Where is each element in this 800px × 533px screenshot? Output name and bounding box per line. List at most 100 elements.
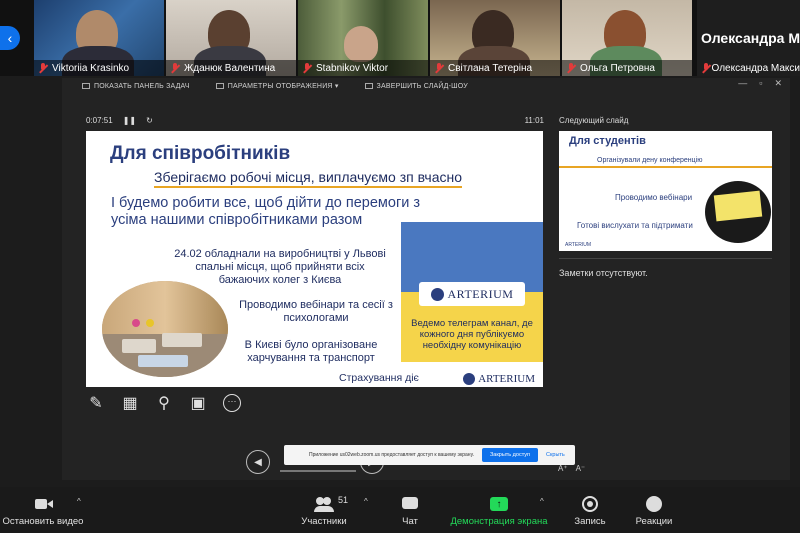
chat-label: Чат — [402, 516, 418, 527]
participants-options-caret-icon[interactable]: ^ — [364, 497, 368, 506]
window-controls: — ▫ ✕ — [738, 78, 782, 89]
camera-icon — [33, 496, 53, 512]
next-slide-divider — [559, 166, 772, 168]
ukraine-flag-block: ARTERIUM Ведемо телеграм канал, де кожно… — [401, 222, 543, 362]
photo-mattress — [138, 355, 188, 367]
share-options-caret-icon[interactable]: ^ — [540, 497, 544, 506]
chat-button[interactable]: Чат — [390, 487, 430, 533]
previous-slide-button[interactable]: ◀ — [246, 450, 270, 474]
video-options-caret-icon[interactable]: ^ — [77, 497, 81, 506]
arterium-logo-icon — [463, 373, 476, 385]
next-slide-preview[interactable]: Для студентів Організували дену конферен… — [559, 131, 772, 251]
participant-tile[interactable]: Світлана Тетеріна — [430, 0, 560, 76]
camera-lens — [47, 500, 53, 508]
participant-tile[interactable]: Ольга Петровна — [562, 0, 692, 76]
font-grow-button[interactable]: A⁺ — [558, 464, 568, 473]
notes-text: Заметки отсутствуют. — [559, 268, 648, 278]
display-icon — [215, 83, 224, 89]
participant-tile[interactable]: Олександра М Олександра Макси — [697, 0, 800, 76]
more-options-icon[interactable]: ··· — [222, 393, 242, 413]
next-slide-text: Організували дену конференцію — [597, 157, 703, 164]
zoom-window: ‹ Viktoriia Krasinko Жданюк Валентина St… — [0, 0, 800, 533]
restart-icon[interactable]: ↻ — [146, 116, 153, 125]
participant-name-bar: Ольга Петровна — [562, 60, 692, 76]
more-dots: ··· — [223, 394, 241, 412]
zoom-icon[interactable]: ⚲ — [154, 393, 174, 413]
participant-tile[interactable]: Жданюк Валентина — [166, 0, 296, 76]
participant-name: Stabnikov Viktor — [316, 62, 389, 74]
camera-body — [35, 499, 47, 509]
next-slide-label: Следующий слайд — [559, 116, 629, 125]
photo-mattress — [122, 339, 156, 353]
next-slide-title: Для студентів — [569, 135, 646, 147]
participant-name-bar: Олександра Макси — [697, 60, 800, 76]
chat-bubble — [402, 497, 418, 509]
mic-muted-icon — [566, 62, 576, 74]
participant-tile[interactable]: Viktoriia Krasinko — [34, 0, 164, 76]
participant-big-name: Олександра М — [701, 30, 800, 46]
avatar — [344, 26, 378, 62]
arrow-left-icon: ◀ — [254, 456, 262, 468]
participant-name-bar: Жданюк Валентина — [166, 60, 296, 76]
font-shrink-button[interactable]: A⁻ — [576, 464, 586, 473]
logo-text: ARTERIUM — [478, 373, 535, 385]
mic-muted-icon — [701, 62, 708, 74]
participants-button[interactable]: Участники — [296, 487, 352, 533]
share-screen-button[interactable]: ↑ Демонстрация экрана — [444, 487, 554, 533]
photo-wall — [102, 281, 228, 334]
reactions-button[interactable]: Реакции — [630, 487, 678, 533]
slides-grid-icon[interactable]: ▦ — [120, 393, 140, 413]
subtitles-icon[interactable]: ▣ — [188, 393, 208, 413]
participants-icon — [314, 496, 334, 512]
slide-paragraph: Страхування діє — [339, 372, 419, 384]
end-show-label: ЗАВЕРШИТЬ СЛАЙД-ШОУ — [376, 82, 468, 90]
display-settings-label: ПАРАМЕТРЫ ОТОБРАЖЕНИЯ ▾ — [227, 83, 339, 90]
laptop-screen — [713, 190, 763, 222]
participant-name: Ольга Петровна — [580, 62, 655, 74]
record-button[interactable]: Запись — [568, 487, 612, 533]
participant-name: Світлана Тетеріна — [448, 62, 533, 74]
minimize-icon[interactable]: — — [738, 78, 747, 89]
presenter-toolbar: ПОКАЗАТЬ ПАНЕЛЬ ЗАДАЧ ПАРАМЕТРЫ ОТОБРАЖЕ… — [82, 82, 468, 90]
pause-icon[interactable]: ❚❚ — [123, 116, 136, 125]
slide-title: Для співробітників — [110, 143, 291, 164]
taskbar-icon — [82, 83, 90, 89]
slide-paragraph: В Києві було організоване харчування та … — [244, 339, 378, 364]
slide-paragraph: І будемо робити все, щоб дійти до перемо… — [111, 195, 421, 228]
screen-access-banner: Приложение us02web.zoom.us предоставляет… — [284, 445, 575, 465]
mic-muted-icon — [302, 62, 312, 74]
participant-name-bar: Stabnikov Viktor — [298, 60, 428, 76]
hide-banner-link[interactable]: Скрыть — [546, 452, 565, 458]
sleeping-area-photo — [102, 281, 228, 377]
participant-strip: ‹ Viktoriia Krasinko Жданюк Валентина St… — [0, 0, 800, 76]
stop-video-button[interactable]: Остановить видео — [0, 487, 86, 533]
participant-tile[interactable]: Stabnikov Viktor — [298, 0, 428, 76]
participant-name: Жданюк Валентина — [184, 62, 276, 74]
notes-divider — [559, 258, 772, 259]
photo-mattress — [162, 333, 202, 347]
close-icon[interactable]: ✕ — [774, 78, 782, 89]
show-taskbar-button[interactable]: ПОКАЗАТЬ ПАНЕЛЬ ЗАДАЧ — [82, 82, 190, 90]
mic-muted-icon — [170, 62, 180, 74]
record-icon — [580, 496, 600, 512]
participants-label: Участники — [301, 516, 347, 527]
font-size-controls: A⁺ A⁻ — [558, 464, 585, 473]
mic-muted-icon — [38, 62, 48, 74]
pen-icon[interactable]: ✎ — [86, 393, 106, 413]
share-arrow: ↑ — [490, 497, 508, 511]
participant-name-bar: Світлана Тетеріна — [430, 60, 560, 76]
close-access-button[interactable]: Закрыть доступ — [481, 448, 539, 462]
record-circle — [582, 496, 598, 512]
display-settings-button[interactable]: ПАРАМЕТРЫ ОТОБРАЖЕНИЯ ▾ — [215, 82, 339, 90]
people-heads — [316, 497, 324, 505]
prev-page-button[interactable]: ‹ — [0, 26, 20, 50]
laptop-photo — [705, 181, 771, 243]
slide-paragraph: Проводимо вебінари та сесії з психологам… — [239, 299, 393, 324]
banner-text: Приложение us02web.zoom.us предоставляет… — [309, 452, 474, 458]
annotation-tools: ✎ ▦ ⚲ ▣ ··· — [86, 393, 242, 413]
end-show-button[interactable]: ЗАВЕРШИТЬ СЛАЙД-ШОУ — [364, 82, 468, 90]
end-show-icon — [364, 83, 373, 89]
restore-icon[interactable]: ▫ — [759, 78, 762, 89]
flag-text: Ведемо телеграм канал, де кожного дня пу… — [411, 318, 533, 351]
arterium-logo: ARTERIUM — [419, 282, 525, 306]
